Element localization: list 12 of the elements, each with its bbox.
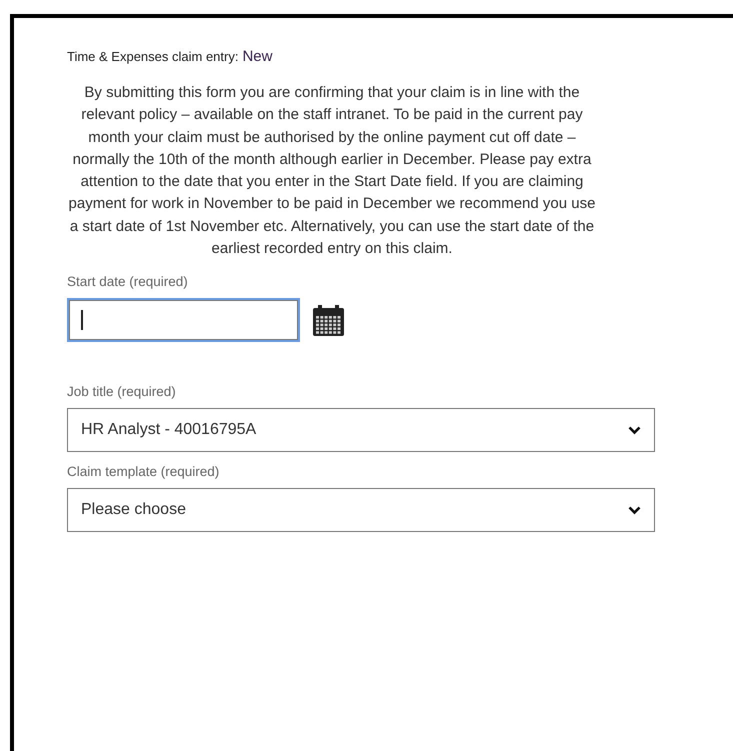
field-label: Start date (required) — [67, 274, 189, 290]
dropdown[interactable]: HR Analyst - 40016795A — [67, 408, 655, 452]
chevron-down-icon — [628, 506, 641, 515]
form-title: Time & Expenses claim entry: — [67, 49, 238, 64]
calendar-icon[interactable] — [312, 304, 345, 337]
entry-status: New — [242, 48, 272, 65]
chevron-down-icon — [628, 426, 641, 435]
field-label: Job title (required) — [67, 384, 177, 400]
field-label: Claim template (required) — [67, 464, 220, 480]
dropdown[interactable]: Please choose — [67, 488, 655, 532]
date-input-field[interactable] — [67, 298, 300, 342]
policy-notice: By submitting this form you are confirming that your claim is in line with the relevant policy – available on the staff intranet. To be paid in the current pay month your claim must be authorised by the online payment cut off date – normally the 10th of the month although earlier in December. Please pay extra attention to the date that you enter in the Start Date field. If you are claiming payment for work in November to be paid in December we recommend you use a start date of 1st November etc. Alternatively, you can use the start date of the earliest recorded entry on this claim. — [68, 83, 596, 260]
